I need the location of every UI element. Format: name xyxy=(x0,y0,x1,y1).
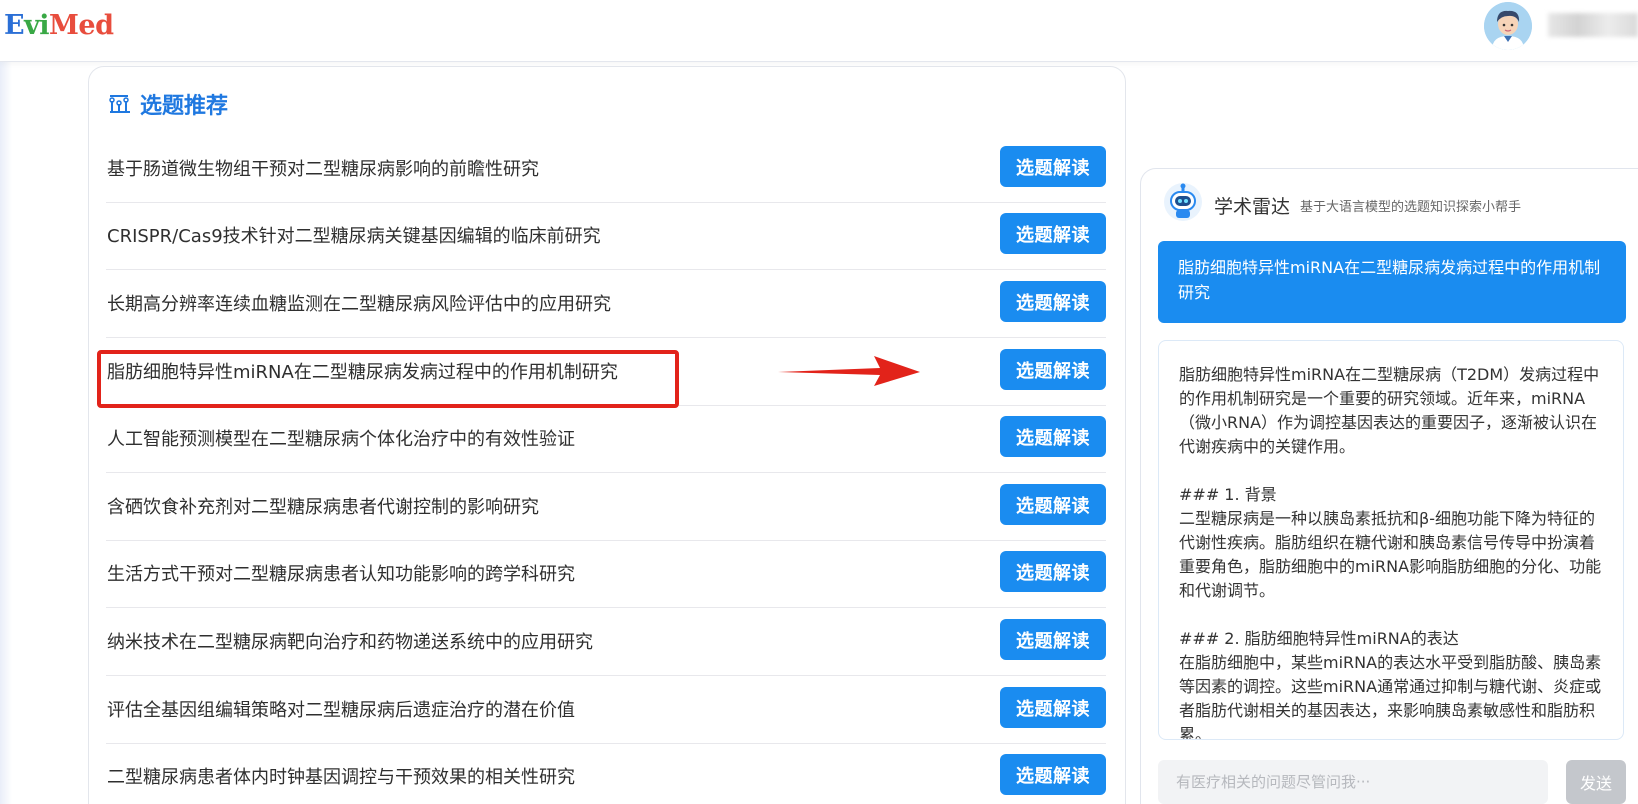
topic-interpret-button[interactable]: 选题解读 xyxy=(1000,687,1106,728)
user-avatar[interactable] xyxy=(1484,2,1532,50)
topic-title[interactable]: 纳米技术在二型糖尿病靶向治疗和药物递送系统中的应用研究 xyxy=(107,606,593,675)
topic-interpret-button[interactable]: 选题解读 xyxy=(1000,213,1106,254)
topic-title[interactable]: 基于肠道微生物组干预对二型糖尿病影响的前瞻性研究 xyxy=(107,133,539,202)
chat-title: 学术雷达 xyxy=(1214,196,1291,218)
evimed-logo[interactable]: EviMed xyxy=(4,10,114,41)
topic-interpret-button[interactable]: 选题解读 xyxy=(1000,349,1106,390)
topic-row: 二型糖尿病患者体内时钟基因调控与干预效果的相关性研究 选题解读 xyxy=(106,741,1106,804)
topic-interpret-button[interactable]: 选题解读 xyxy=(1000,281,1106,322)
topic-row: 长期高分辨率连续血糖监测在二型糖尿病风险评估中的应用研究 选题解读 xyxy=(106,268,1106,338)
assistant-answer-box: 脂肪细胞特异性miRNA在二型糖尿病（T2DM）发病过程中的作用机制研究是一个重… xyxy=(1158,340,1624,740)
annotation-arrow-right-icon xyxy=(778,356,920,386)
highlight-annotation-box xyxy=(97,350,679,408)
topic-title[interactable]: 含硒饮食补充剂对二型糖尿病患者代谢控制的影响研究 xyxy=(107,471,539,540)
topic-title[interactable]: 人工智能预测模型在二型糖尿病个体化治疗中的有效性验证 xyxy=(107,403,575,472)
user-avatar-icon xyxy=(1484,2,1532,50)
topic-title[interactable]: 长期高分辨率连续血糖监测在二型糖尿病风险评估中的应用研究 xyxy=(107,268,611,337)
assistant-answer-text: 脂肪细胞特异性miRNA在二型糖尿病（T2DM）发病过程中的作用机制研究是一个重… xyxy=(1179,365,1602,740)
top-bar: EviMed xyxy=(0,0,1638,62)
topic-row: 含硒饮食补充剂对二型糖尿病患者代谢控制的影响研究 选题解读 xyxy=(106,471,1106,541)
topic-row: 评估全基因组编辑策略对二型糖尿病后遗症治疗的潜在价值 选题解读 xyxy=(106,674,1106,744)
topics-panel-title: 选题推荐 xyxy=(140,94,229,119)
topic-analytics-icon xyxy=(109,95,130,113)
topic-row: CRISPR/Cas9技术针对二型糖尿病关键基因编辑的临床前研究 选题解读 xyxy=(106,200,1106,270)
chat-subtitle: 基于大语言模型的选题知识探索小帮手 xyxy=(1300,200,1522,215)
topic-interpret-button[interactable]: 选题解读 xyxy=(1000,416,1106,457)
chat-question-input[interactable] xyxy=(1158,760,1548,804)
topic-interpret-button[interactable]: 选题解读 xyxy=(1000,754,1106,795)
logo-part-e: E xyxy=(4,10,25,41)
topic-interpret-button[interactable]: 选题解读 xyxy=(1000,146,1106,187)
topic-title[interactable]: 评估全基因组编辑策略对二型糖尿病后遗症治疗的潜在价值 xyxy=(107,674,575,743)
username-redacted xyxy=(1548,13,1638,37)
topic-title[interactable]: 二型糖尿病患者体内时钟基因调控与干预效果的相关性研究 xyxy=(107,741,575,804)
user-message-bubble: 脂肪细胞特异性miRNA在二型糖尿病发病过程中的作用机制研究 xyxy=(1158,241,1626,323)
left-edge-decoration xyxy=(0,62,12,804)
topic-interpret-button[interactable]: 选题解读 xyxy=(1000,551,1106,592)
topic-row: 纳米技术在二型糖尿病靶向治疗和药物递送系统中的应用研究 选题解读 xyxy=(106,606,1106,676)
logo-part-med: Med xyxy=(49,10,114,41)
topic-interpret-button[interactable]: 选题解读 xyxy=(1000,619,1106,660)
logo-part-vi: vi xyxy=(24,10,50,41)
topic-interpret-button[interactable]: 选题解读 xyxy=(1000,484,1106,525)
topic-row: 基于肠道微生物组干预对二型糖尿病影响的前瞻性研究 选题解读 xyxy=(106,133,1106,203)
topic-title[interactable]: 生活方式干预对二型糖尿病患者认知功能影响的跨学科研究 xyxy=(107,538,575,607)
robot-assistant-icon xyxy=(1164,183,1202,221)
topic-row: 生活方式干预对二型糖尿病患者认知功能影响的跨学科研究 选题解读 xyxy=(106,538,1106,608)
topic-row: 人工智能预测模型在二型糖尿病个体化治疗中的有效性验证 选题解读 xyxy=(106,403,1106,473)
topics-panel-header: 选题推荐 xyxy=(108,88,228,120)
topic-title[interactable]: CRISPR/Cas9技术针对二型糖尿病关键基因编辑的临床前研究 xyxy=(107,200,601,269)
send-button[interactable]: 发送 xyxy=(1566,760,1626,804)
